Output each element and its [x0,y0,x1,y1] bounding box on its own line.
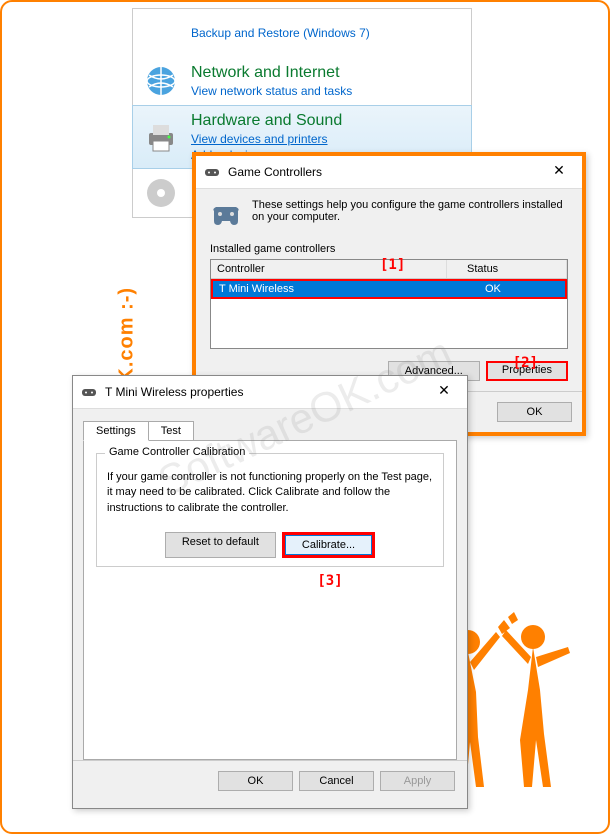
cp-row-network[interactable]: Network and Internet View network status… [133,57,471,105]
gc-title-text: Game Controllers [228,165,322,179]
gc-titlebar: Game Controllers ✕ [196,156,582,189]
gc-table-label: Installed game controllers [210,243,568,255]
cp-row-backup: Backup and Restore (Windows 7) [133,9,471,57]
props-cancel-button[interactable]: Cancel [299,771,374,791]
title-network-internet[interactable]: Network and Internet [191,64,352,82]
gc-cell-status: OK [445,281,565,297]
gamepad-icon [204,164,220,180]
properties-dialog: T Mini Wireless properties ✕ Settings Te… [72,375,468,809]
annotation-1: [1] [380,257,405,273]
link-backup-restore[interactable]: Backup and Restore (Windows 7) [191,26,370,40]
th-controller[interactable]: Controller [211,260,447,278]
globe-icon [143,63,179,99]
disc-icon [143,175,179,211]
annotation-2: [2] [513,355,538,371]
gc-description: These settings help you configure the ga… [252,199,568,231]
tab-settings[interactable]: Settings [83,421,149,441]
gc-cell-name: T Mini Wireless [213,281,445,297]
printer-icon [143,119,179,155]
gamepad-large-icon [210,199,242,231]
props-title-text: T Mini Wireless properties [105,385,243,399]
props-ok-button[interactable]: OK [218,771,293,791]
reset-button[interactable]: Reset to default [165,532,276,558]
groupbox-text: If your game controller is not functioni… [107,470,433,516]
close-button[interactable]: ✕ [544,162,574,182]
title-hardware-sound[interactable]: Hardware and Sound [191,112,342,130]
annotation-3: [3] [156,573,504,589]
link-network-status[interactable]: View network status and tasks [191,84,352,98]
tab-test[interactable]: Test [148,421,194,441]
groupbox-title: Game Controller Calibration [105,446,249,458]
props-apply-button: Apply [380,771,455,791]
gamepad-icon [81,384,97,400]
close-button[interactable]: ✕ [429,382,459,402]
gc-row-selected[interactable]: T Mini Wireless OK [213,281,565,297]
calibrate-button[interactable]: Calibrate... [285,535,372,555]
link-view-devices[interactable]: View devices and printers [191,132,342,146]
props-titlebar: T Mini Wireless properties ✕ [73,376,467,409]
calibration-groupbox: Game Controller Calibration If your game… [96,453,444,567]
tab-panel-settings: Game Controller Calibration If your game… [83,440,457,760]
gc-ok-button[interactable]: OK [497,402,572,422]
th-status[interactable]: Status [447,260,567,278]
